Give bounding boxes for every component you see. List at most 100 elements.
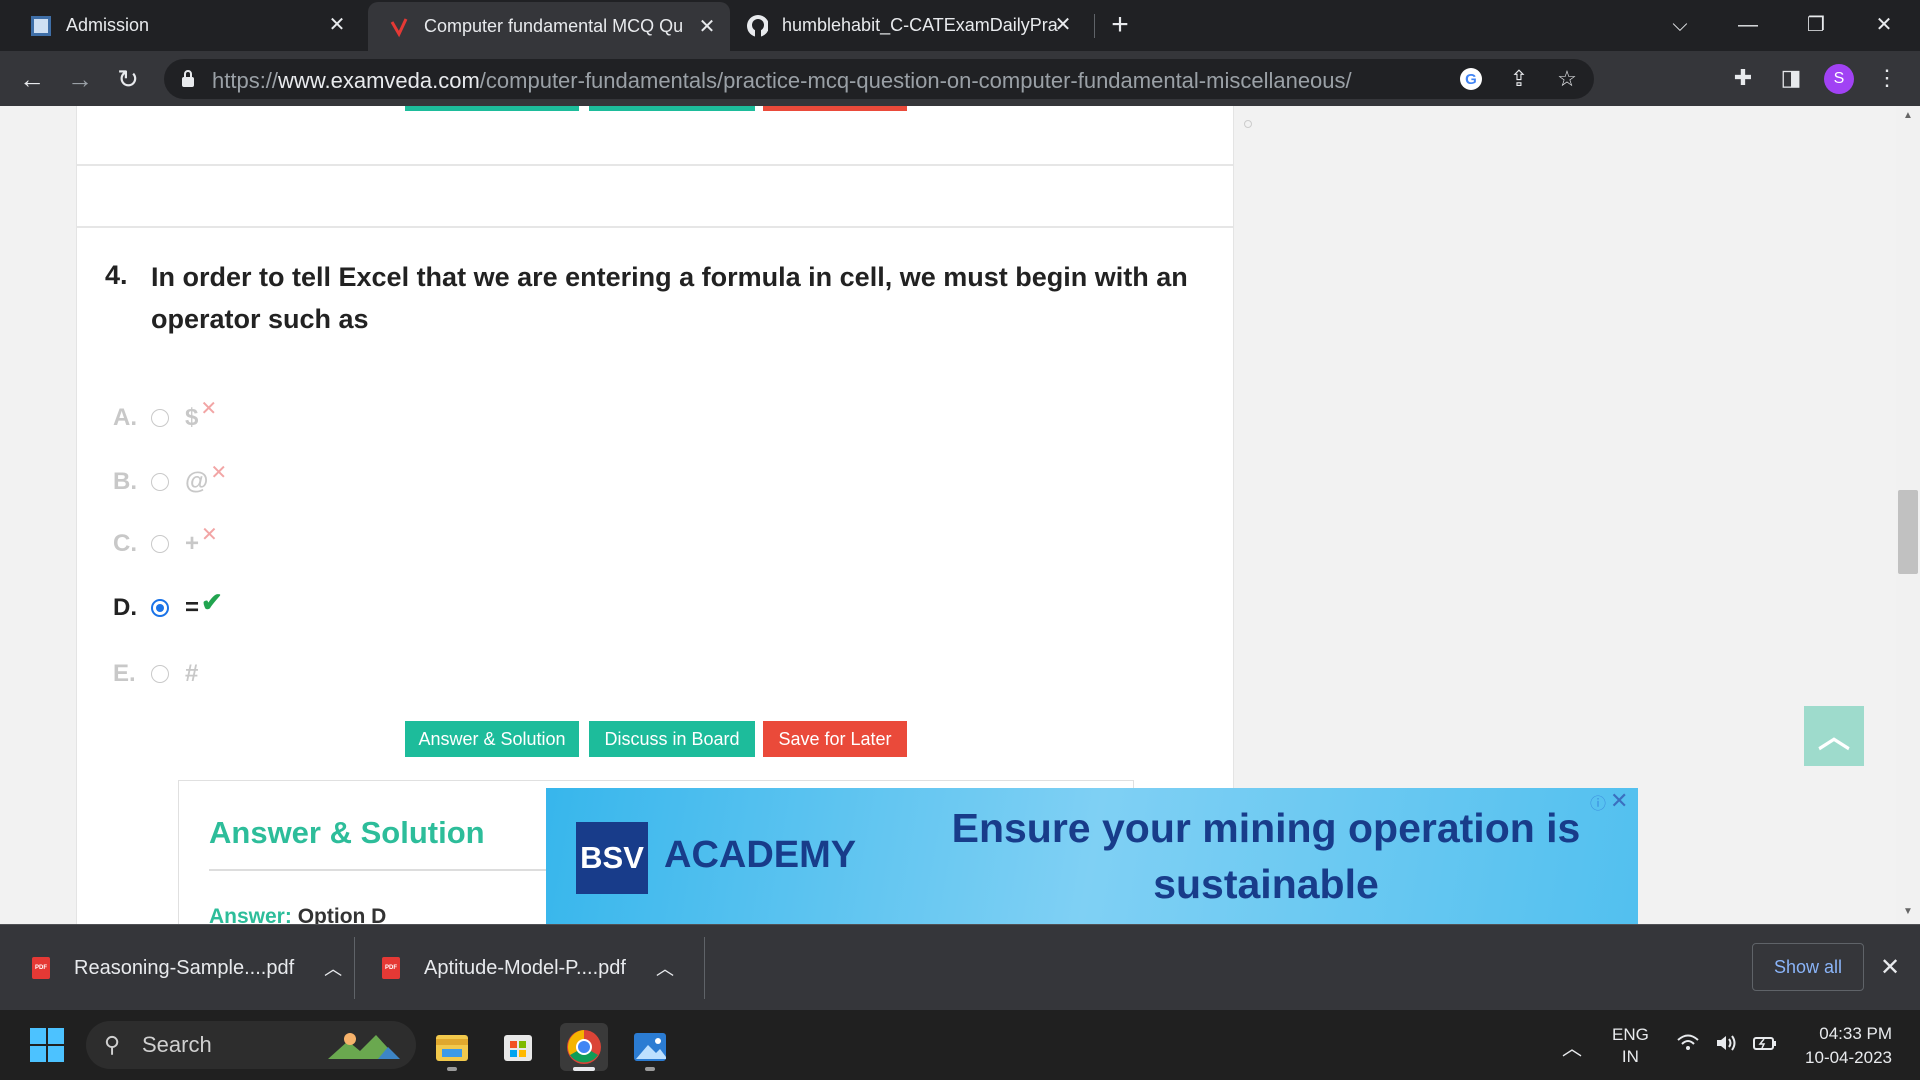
tab-github[interactable]: humblehabit_C-CATExamDailyPra ✕ xyxy=(730,0,1086,51)
side-panel-icon[interactable]: ◨ xyxy=(1774,61,1808,95)
option-radio[interactable] xyxy=(151,473,169,491)
advertisement-banner[interactable]: BSV ACADEMY Ensure your mining operation… xyxy=(546,788,1638,924)
language-code: ENG xyxy=(1612,1025,1649,1044)
option-e[interactable]: E. # xyxy=(113,654,198,694)
discuss-board-button[interactable]: Discuss in Board xyxy=(589,721,755,757)
option-a[interactable]: A. $ ✕ xyxy=(113,398,217,438)
download-item[interactable]: PDF Aptitude-Model-P....pdf ︿ xyxy=(382,925,674,1011)
chrome-icon[interactable] xyxy=(560,1023,608,1071)
option-letter: A. xyxy=(113,404,137,431)
file-explorer-icon[interactable] xyxy=(428,1023,476,1071)
google-lens-icon[interactable]: G xyxy=(1454,62,1488,96)
new-tab-button[interactable]: + xyxy=(1104,10,1136,42)
ad-close-icon[interactable]: ✕ xyxy=(1610,788,1630,813)
option-d[interactable]: D. = ✔ xyxy=(113,586,223,628)
scroll-down-arrow-icon[interactable]: ▼ xyxy=(1903,906,1913,917)
option-value: # xyxy=(185,660,199,687)
volume-icon[interactable] xyxy=(1714,1032,1738,1060)
extensions-puzzle-icon[interactable]: ✚ xyxy=(1726,61,1760,95)
tab-search-chevron-icon[interactable]: ⌵ xyxy=(1660,8,1700,42)
profile-avatar[interactable]: S xyxy=(1824,64,1854,94)
tab-admission[interactable]: Admission ✕ xyxy=(12,0,360,51)
correct-check-icon: ✔ xyxy=(201,586,223,617)
show-all-downloads-button[interactable]: Show all xyxy=(1752,943,1864,991)
taskbar-search-box[interactable]: ⚲ Search xyxy=(86,1021,416,1069)
divider xyxy=(704,937,705,999)
option-value: = xyxy=(185,594,200,621)
sidebar-placeholder xyxy=(1244,120,1252,128)
minimize-button[interactable]: — xyxy=(1728,8,1768,42)
option-radio-selected[interactable] xyxy=(151,599,169,617)
photos-icon[interactable] xyxy=(626,1023,674,1071)
forward-button[interactable]: → xyxy=(64,63,96,95)
system-clock[interactable]: 04:33 PM 10-04-2023 xyxy=(1790,1022,1892,1070)
clock-date: 10-04-2023 xyxy=(1805,1048,1892,1067)
bookmark-star-icon[interactable]: ☆ xyxy=(1550,62,1584,96)
tab-divider xyxy=(1094,14,1095,38)
wrong-x-icon: ✕ xyxy=(201,523,218,546)
question-text: In order to tell Excel that we are enter… xyxy=(151,262,1188,334)
tab-title: Admission xyxy=(66,15,150,35)
reload-button[interactable]: ↻ xyxy=(112,63,144,95)
ad-info-icon[interactable]: ⓘ xyxy=(1590,790,1608,813)
previous-answer-button-stub[interactable] xyxy=(405,106,579,111)
windows-taskbar: ⚲ Search ︿ ENG IN 04:33 PM 10-04-2023 xyxy=(0,1010,1920,1080)
region-code: IN xyxy=(1621,1047,1639,1066)
pdf-file-icon: PDF xyxy=(32,957,50,979)
language-indicator[interactable]: ENG IN xyxy=(1612,1024,1649,1068)
address-bar[interactable]: https://www.examveda.com/computer-fundam… xyxy=(164,59,1594,99)
active-indicator xyxy=(573,1067,595,1071)
option-letter: C. xyxy=(113,530,137,557)
windows-start-icon[interactable] xyxy=(30,1028,66,1064)
option-b[interactable]: B. @ ✕ xyxy=(113,462,227,502)
previous-discuss-button-stub[interactable] xyxy=(589,106,755,111)
examveda-favicon-icon xyxy=(388,16,410,38)
browser-toolbar: ← → ↻ https://www.examveda.com/computer-… xyxy=(0,51,1920,106)
close-tab-icon[interactable]: ✕ xyxy=(326,14,348,36)
close-window-button[interactable]: ✕ xyxy=(1864,8,1904,42)
save-later-button[interactable]: Save for Later xyxy=(763,721,907,757)
system-tray[interactable] xyxy=(1676,1032,1778,1060)
chevron-up-icon[interactable]: ︿ xyxy=(324,955,342,981)
option-radio[interactable] xyxy=(151,409,169,427)
scroll-to-top-button[interactable]: ︿ xyxy=(1804,706,1864,766)
option-value: + xyxy=(185,530,200,557)
show-hidden-icons-chevron-icon[interactable]: ︿ xyxy=(1562,1032,1582,1061)
close-tab-icon[interactable]: ✕ xyxy=(696,16,718,38)
battery-charging-icon[interactable] xyxy=(1752,1032,1778,1060)
divider xyxy=(77,226,1233,228)
question-number: 4. xyxy=(105,260,128,290)
scroll-up-arrow-icon[interactable]: ▲ xyxy=(1903,110,1913,121)
back-button[interactable]: ← xyxy=(16,63,48,95)
share-icon[interactable]: ⇪ xyxy=(1502,62,1536,96)
answer-solution-button[interactable]: Answer & Solution xyxy=(405,721,579,757)
url-text: https://www.examveda.com/computer-fundam… xyxy=(212,68,1352,93)
page-scrollbar[interactable]: ▲ ▼ xyxy=(1896,106,1920,924)
restore-button[interactable]: ❐ xyxy=(1796,8,1836,42)
option-c[interactable]: C. + ✕ xyxy=(113,524,218,564)
download-item[interactable]: PDF Reasoning-Sample....pdf ︿ xyxy=(32,925,342,1011)
solution-answer: Answer: Option D xyxy=(209,905,387,924)
option-value: $ xyxy=(185,404,199,431)
divider xyxy=(77,164,1233,166)
wrong-x-icon: ✕ xyxy=(200,397,218,420)
github-icon xyxy=(746,14,768,37)
chevron-up-icon[interactable]: ︿ xyxy=(656,955,674,981)
tab-examveda[interactable]: Computer fundamental MCQ Qu ✕ xyxy=(368,2,730,51)
download-shelf: PDF Reasoning-Sample....pdf ︿ PDF Aptitu… xyxy=(0,924,1920,1010)
divider xyxy=(209,869,549,871)
wifi-icon[interactable] xyxy=(1676,1032,1700,1060)
previous-save-button-stub[interactable] xyxy=(763,106,907,111)
scroll-thumb[interactable] xyxy=(1898,490,1918,574)
close-tab-icon[interactable]: ✕ xyxy=(1052,14,1074,36)
close-shelf-icon[interactable]: ✕ xyxy=(1880,953,1900,982)
option-radio[interactable] xyxy=(151,665,169,683)
ad-headline: Ensure your mining operation is sustaina… xyxy=(951,805,1581,907)
option-radio[interactable] xyxy=(151,535,169,553)
menu-kebab-icon[interactable]: ⋮ xyxy=(1870,61,1904,95)
divider xyxy=(354,937,355,999)
tab-title: humblehabit_C-CATExamDailyPra xyxy=(782,15,1058,35)
option-letter: E. xyxy=(113,660,136,687)
microsoft-store-icon[interactable] xyxy=(494,1023,542,1071)
option-value: @ xyxy=(185,468,209,495)
